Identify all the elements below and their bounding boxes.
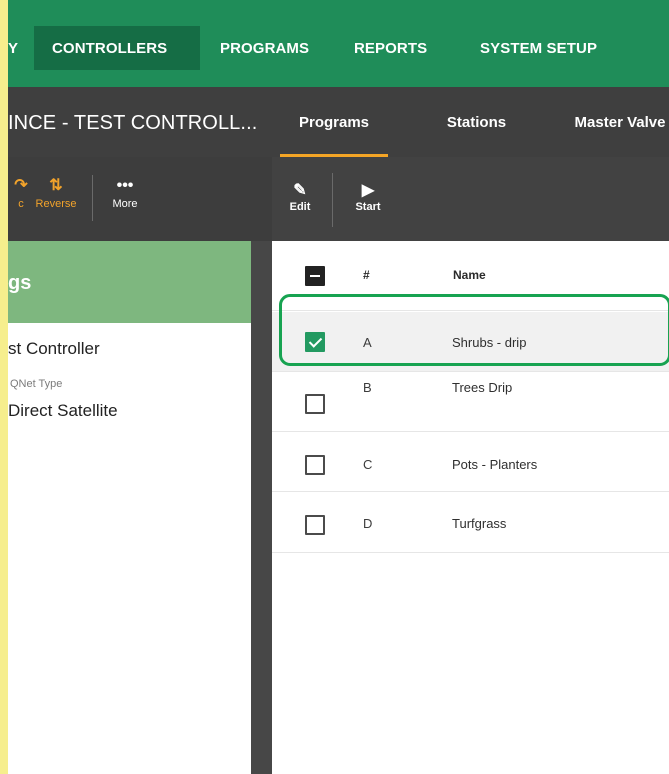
nav-item-reports[interactable]: REPORTS <box>354 26 427 70</box>
edit-button[interactable]: ✎ Edit <box>285 182 315 213</box>
program-number: B <box>363 380 372 395</box>
program-number: C <box>363 457 373 472</box>
row-checkbox[interactable] <box>305 332 325 352</box>
panel-divider <box>251 241 272 774</box>
nav-item-controllers[interactable]: CONTROLLERS <box>34 26 200 70</box>
nav-item-partial[interactable]: Y <box>8 26 18 70</box>
table-row[interactable]: A Shrubs - drip <box>272 312 669 372</box>
row-checkbox[interactable] <box>305 455 325 475</box>
table-header: # Name <box>272 241 669 311</box>
number-column-header: # <box>363 268 370 282</box>
program-number: D <box>363 516 373 531</box>
program-name: Pots - Planters <box>452 457 538 472</box>
programs-table: # Name A Shrubs - drip B Trees Drip C Po… <box>272 241 669 774</box>
more-label: More <box>112 198 138 210</box>
left-toolbar: ↷ c ⇅ Reverse ••• More <box>0 157 272 241</box>
start-button[interactable]: ▶ Start <box>348 182 388 213</box>
more-button[interactable]: ••• More <box>108 177 142 210</box>
table-row[interactable]: C Pots - Planters <box>272 432 669 492</box>
reverse-button[interactable]: ⇅ Reverse <box>32 177 80 210</box>
tab-master-valve[interactable]: Master Valve <box>560 87 669 157</box>
controller-title: INCE - TEST CONTROLL... <box>8 112 258 134</box>
nav-item-system-setup[interactable]: SYSTEM SETUP <box>480 26 597 70</box>
program-name: Trees Drip <box>452 380 513 395</box>
program-toolbar: ✎ Edit ▶ Start <box>272 157 669 241</box>
right-toolbar-divider <box>332 173 333 227</box>
row-checkbox[interactable] <box>305 515 325 535</box>
settings-title: gs <box>8 272 32 294</box>
edit-label: Edit <box>289 201 311 213</box>
partial-toolbar-label: c <box>18 198 24 210</box>
nav-item-programs[interactable]: PROGRAMS <box>220 26 309 70</box>
settings-header: gs <box>0 241 251 323</box>
tab-programs[interactable]: Programs <box>280 87 388 157</box>
reverse-icon: ⇅ <box>49 177 63 194</box>
name-column-header: Name <box>453 268 486 282</box>
play-icon: ▶ <box>361 182 375 199</box>
select-all-checkbox[interactable] <box>305 266 325 286</box>
controller-name: st Controller <box>8 339 100 358</box>
partial-arrow-icon: ↷ <box>14 177 28 194</box>
more-icon: ••• <box>116 177 134 194</box>
program-name: Shrubs - drip <box>452 335 527 350</box>
reverse-label: Reverse <box>35 198 77 210</box>
left-yellow-rail <box>0 0 8 774</box>
controller-subheader: INCE - TEST CONTROLL... Programs Station… <box>0 87 669 157</box>
row-checkbox[interactable] <box>305 394 325 414</box>
partial-toolbar-button[interactable]: ↷ c <box>7 177 35 210</box>
qnet-type-label: QNet Type <box>10 378 63 390</box>
table-row[interactable]: B Trees Drip <box>272 372 669 432</box>
pencil-icon: ✎ <box>293 182 307 199</box>
tab-stations[interactable]: Stations <box>427 87 526 157</box>
top-navigation: Y CONTROLLERS PROGRAMS REPORTS SYSTEM SE… <box>0 0 669 87</box>
controller-settings-panel: gs st Controller QNet Type Direct Satell… <box>0 241 251 774</box>
program-number: A <box>363 335 372 350</box>
qnet-type-value: Direct Satellite <box>8 401 118 420</box>
app-window: Y CONTROLLERS PROGRAMS REPORTS SYSTEM SE… <box>0 0 669 774</box>
program-name: Turfgrass <box>452 516 507 531</box>
table-row[interactable]: D Turfgrass <box>272 493 669 553</box>
start-label: Start <box>355 201 381 213</box>
toolbar-divider <box>92 175 93 221</box>
